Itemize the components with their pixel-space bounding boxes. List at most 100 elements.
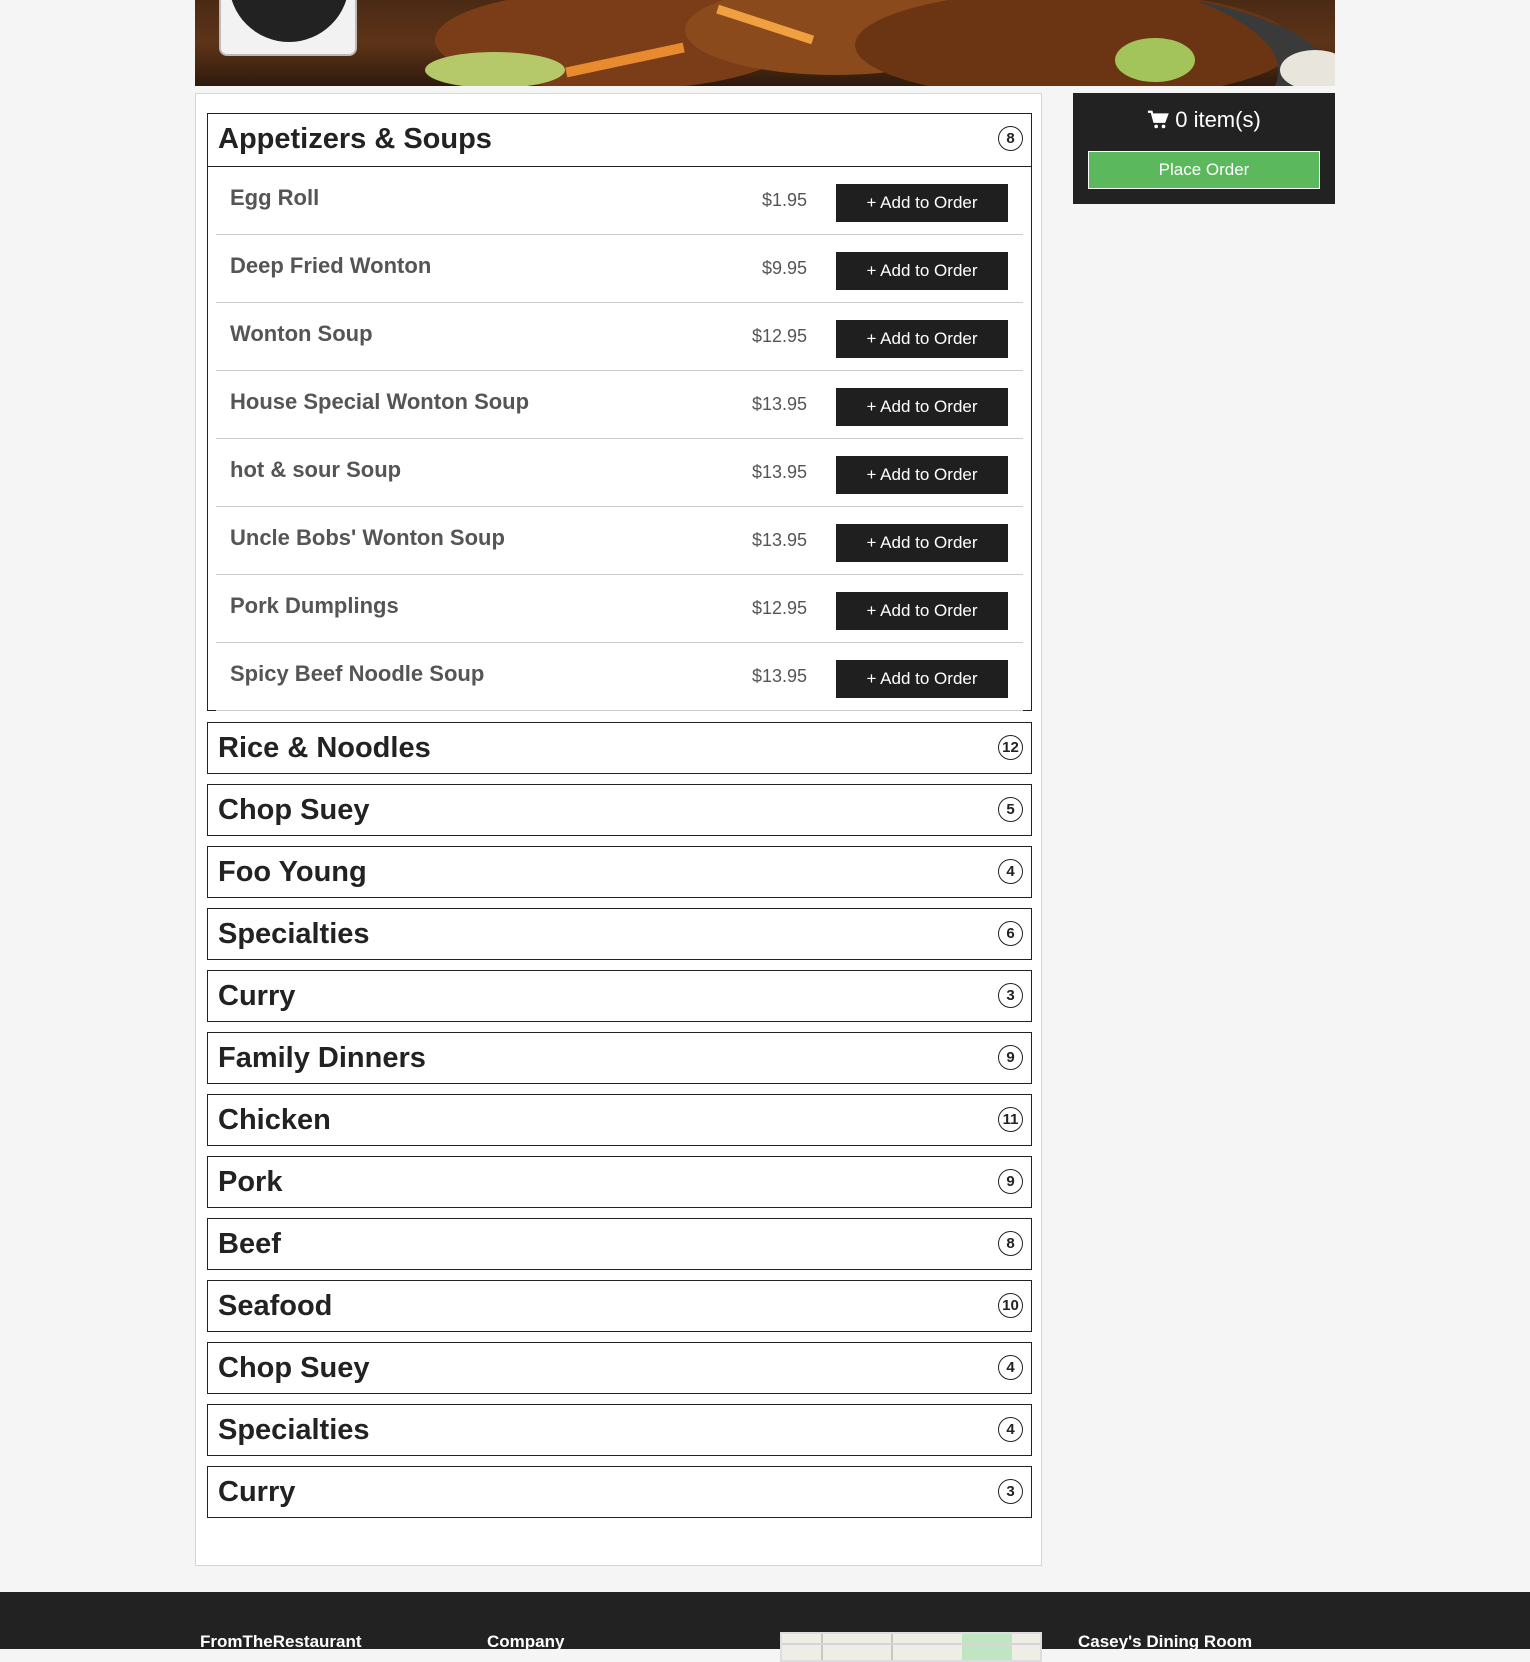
section-count-badge: 4	[998, 859, 1023, 884]
item-name[interactable]: hot & sour Soup	[230, 457, 401, 483]
section-count-badge: 6	[998, 921, 1023, 946]
add-to-order-button[interactable]: + Add to Order	[836, 252, 1008, 290]
section-header[interactable]: Appetizers & Soups 8	[208, 114, 1031, 166]
item-price: $1.95	[761, 190, 807, 210]
item-name[interactable]: House Special Wonton Soup	[230, 389, 529, 415]
section-title: Curry	[218, 980, 296, 1012]
item-list: Egg Roll $1.95 + Add to Order Deep Fried Wo…	[208, 166, 1031, 719]
section-title: Specialties	[218, 1414, 370, 1446]
section-header[interactable]: Specialties 6	[208, 909, 1031, 961]
add-to-order-button[interactable]: + Add to Order	[836, 592, 1008, 630]
item-price: $13.95	[751, 666, 807, 686]
section-header[interactable]: Seafood 10	[208, 1281, 1031, 1333]
shopping-cart-icon	[1148, 110, 1169, 129]
section-header[interactable]: Beef 8	[208, 1219, 1031, 1271]
item-name[interactable]: Spicy Beef Noodle Soup	[230, 661, 484, 687]
add-to-order-button[interactable]: + Add to Order	[836, 524, 1008, 562]
section-header[interactable]: Specialties 4	[208, 1405, 1031, 1457]
footer-location-heading: Casey's Dining Room	[1078, 1632, 1253, 1651]
menu-item-row: Deep Fried Wonton $9.95 + Add to Order	[216, 235, 1023, 303]
menu-item-row: Spicy Beef Noodle Soup $13.95 + Add to Ord…	[216, 643, 1023, 711]
food-photo	[425, 0, 1335, 86]
menu-section: Rice & Noodles 12	[207, 722, 1032, 774]
section-count-badge: 12	[998, 735, 1023, 760]
section-title: Specialties	[218, 918, 370, 950]
item-price: $13.95	[751, 462, 807, 482]
menu-section: Chop Suey 4	[207, 1342, 1032, 1394]
section-header[interactable]: Foo Young 4	[208, 847, 1031, 899]
section-count-badge: 9	[998, 1045, 1023, 1070]
add-to-order-button[interactable]: + Add to Order	[836, 320, 1008, 358]
place-order-button[interactable]: Place Order	[1088, 151, 1320, 189]
item-price: $9.95	[761, 258, 807, 278]
map-graphic	[782, 1634, 1040, 1660]
menu-section: Foo Young 4	[207, 846, 1032, 898]
footer-company-heading: Company	[487, 1632, 565, 1651]
section-title: Beef	[218, 1228, 281, 1260]
item-name[interactable]: Egg Roll	[230, 185, 319, 211]
section-title: Foo Young	[218, 856, 367, 888]
menu-section: Specialties 4	[207, 1404, 1032, 1456]
section-header[interactable]: Curry 3	[208, 1467, 1031, 1519]
section-count-badge: 5	[998, 797, 1023, 822]
section-count-badge: 9	[998, 1169, 1023, 1194]
section-count-badge: 4	[998, 1355, 1023, 1380]
location-map[interactable]	[780, 1632, 1042, 1662]
item-name[interactable]: Deep Fried Wonton	[230, 253, 431, 279]
menu-panel: Appetizers & Soups 8 Egg Roll $1.95 + Add to…	[195, 93, 1042, 1566]
section-title: Chicken	[218, 1104, 331, 1136]
logo-disc	[229, 0, 349, 42]
menu-item-row: Pork Dumplings $12.95 + Add to Order	[216, 575, 1023, 643]
item-price: $13.95	[751, 530, 807, 550]
restaurant-logo[interactable]	[219, 0, 357, 56]
section-title: Chop Suey	[218, 794, 370, 826]
add-to-order-button[interactable]: + Add to Order	[836, 660, 1008, 698]
menu-item-row: House Special Wonton Soup $13.95 + Add to …	[216, 371, 1023, 439]
section-header[interactable]: Family Dinners 9	[208, 1033, 1031, 1085]
section-count-badge: 4	[998, 1417, 1023, 1442]
hero-banner	[195, 0, 1335, 86]
section-title: Appetizers & Soups	[218, 123, 492, 155]
footer-brand[interactable]: FromTheRestaurant	[200, 1632, 362, 1652]
section-count-badge: 10	[998, 1293, 1023, 1318]
menu-section: Pork 9	[207, 1156, 1032, 1208]
section-title: Rice & Noodles	[218, 732, 431, 764]
add-to-order-button[interactable]: + Add to Order	[836, 456, 1008, 494]
section-title: Family Dinners	[218, 1042, 426, 1074]
item-price: $13.95	[751, 394, 807, 414]
menu-section: Curry 3	[207, 970, 1032, 1022]
section-header[interactable]: Chop Suey 5	[208, 785, 1031, 837]
add-to-order-button[interactable]: + Add to Order	[836, 184, 1008, 222]
section-count-badge: 8	[998, 1231, 1023, 1256]
cart-count: 0 item(s)	[1175, 107, 1261, 132]
section-title: Chop Suey	[218, 1352, 370, 1384]
section-count-badge: 3	[998, 983, 1023, 1008]
section-count-badge: 11	[998, 1107, 1023, 1132]
menu-item-row: Wonton Soup $12.95 + Add to Order	[216, 303, 1023, 371]
menu-section: Family Dinners 9	[207, 1032, 1032, 1084]
item-price: $12.95	[751, 326, 807, 346]
menu-section: Chicken 11	[207, 1094, 1032, 1146]
item-price: $12.95	[751, 598, 807, 618]
add-to-order-button[interactable]: + Add to Order	[836, 388, 1008, 426]
menu-section: Curry 3	[207, 1466, 1032, 1518]
section-title: Seafood	[218, 1290, 333, 1322]
cart-summary[interactable]: 0 item(s)	[1073, 107, 1335, 133]
item-name[interactable]: Wonton Soup	[230, 321, 373, 347]
menu-item-row: Egg Roll $1.95 + Add to Order	[216, 167, 1023, 235]
section-header[interactable]: Rice & Noodles 12	[208, 723, 1031, 775]
section-count-badge: 8	[998, 126, 1023, 151]
menu-section: Specialties 6	[207, 908, 1032, 960]
section-title: Pork	[218, 1166, 283, 1198]
menu-section: Seafood 10	[207, 1280, 1032, 1332]
section-header[interactable]: Pork 9	[208, 1157, 1031, 1209]
section-header[interactable]: Chop Suey 4	[208, 1343, 1031, 1395]
section-title: Curry	[218, 1476, 296, 1508]
menu-section: Chop Suey 5	[207, 784, 1032, 836]
section-header[interactable]: Chicken 11	[208, 1095, 1031, 1147]
item-name[interactable]: Uncle Bobs' Wonton Soup	[230, 525, 505, 551]
menu-item-row: hot & sour Soup $13.95 + Add to Order	[216, 439, 1023, 507]
footer: FromTheRestaurant Company Casey's Dining…	[0, 1592, 1530, 1662]
item-name[interactable]: Pork Dumplings	[230, 593, 399, 619]
section-header[interactable]: Curry 3	[208, 971, 1031, 1023]
